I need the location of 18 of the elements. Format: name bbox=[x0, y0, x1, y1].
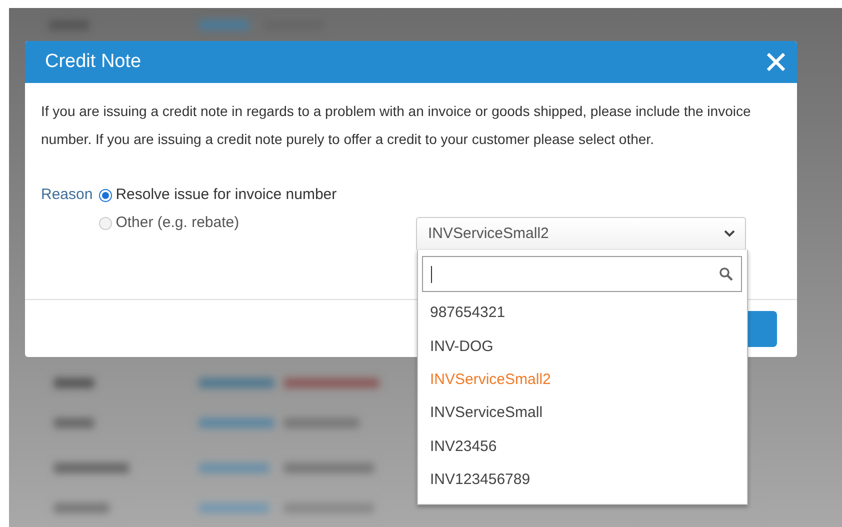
dropdown-option[interactable]: INV23456 bbox=[422, 430, 742, 463]
search-icon bbox=[719, 267, 733, 281]
invoice-select[interactable]: INVServiceSmall2 bbox=[416, 217, 746, 250]
reason-label: Reason bbox=[41, 185, 93, 205]
chevron-down-icon bbox=[724, 230, 735, 237]
radio-button[interactable] bbox=[98, 216, 112, 230]
radio-label[interactable]: Other (e.g. rebate) bbox=[116, 211, 240, 235]
dialog-title: Credit Note bbox=[45, 51, 142, 73]
close-button[interactable] bbox=[765, 51, 787, 73]
dropdown-option[interactable]: INV123456789 bbox=[422, 462, 742, 496]
close-icon bbox=[765, 51, 787, 73]
search-field[interactable] bbox=[422, 256, 742, 292]
radio-label[interactable]: Resolve issue for invoice number bbox=[116, 183, 337, 207]
dropdown-option[interactable]: 987654321 bbox=[422, 296, 742, 330]
dropdown-option[interactable]: INVServiceSmall bbox=[422, 396, 742, 430]
dialog-description: If you are issuing a credit note in regards to a problem with an invoice or goods shipped, please include the invoice number. If you are issuing a credit note purely to offer a credit to your customer please select other. bbox=[41, 102, 752, 149]
dropdown-option[interactable]: INV-DOG bbox=[422, 329, 742, 363]
radio-button[interactable] bbox=[98, 188, 112, 202]
